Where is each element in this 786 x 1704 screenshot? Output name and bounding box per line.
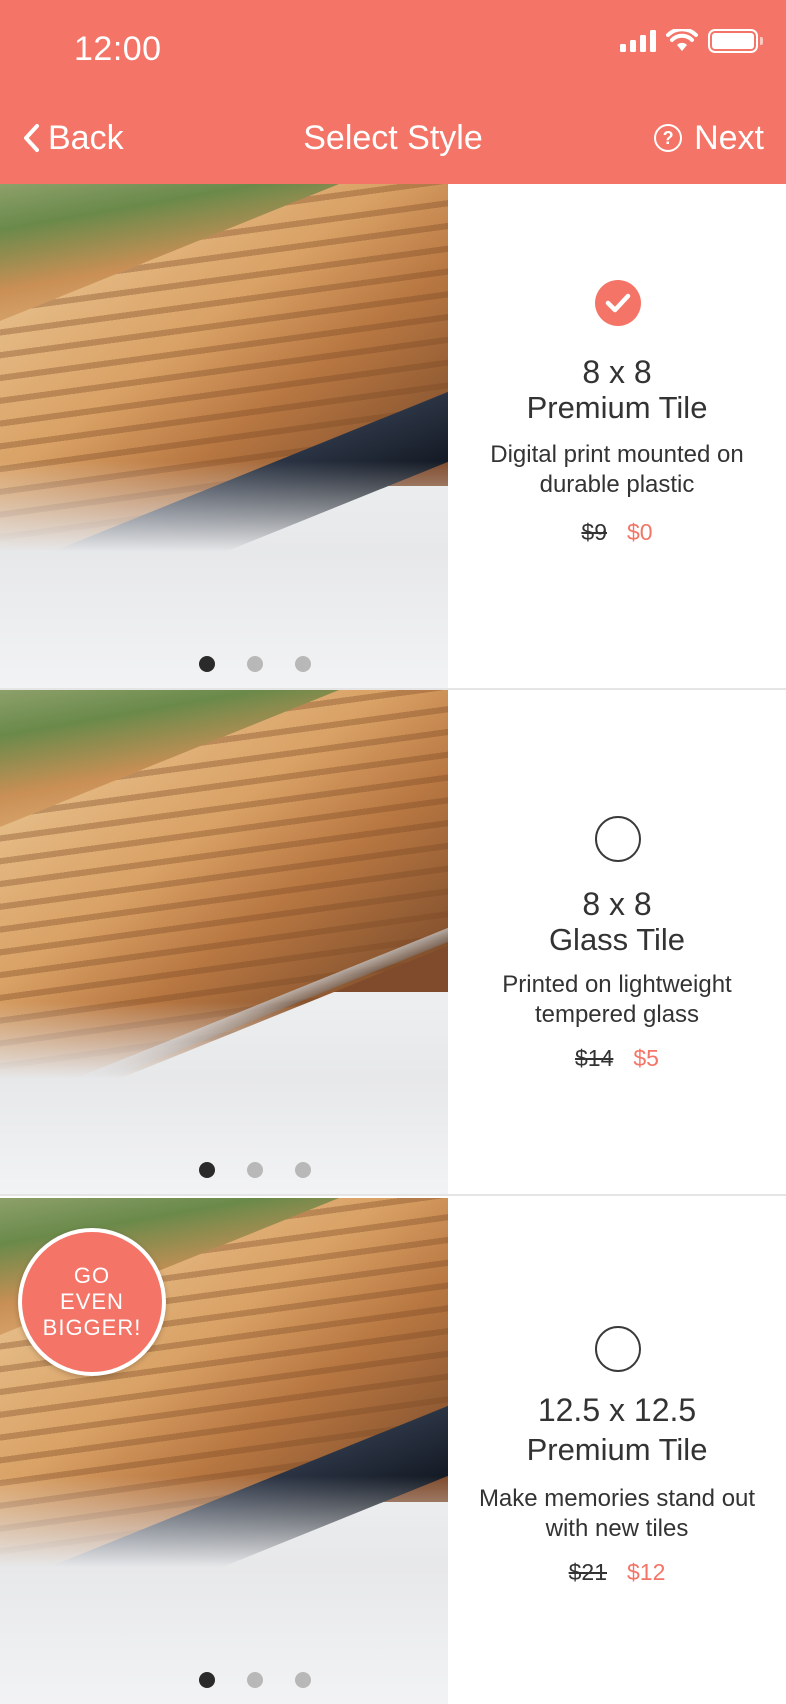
battery-icon — [708, 29, 763, 53]
style-option-glass-8x8[interactable]: 8 x 8 Glass Tile Printed on lightweight … — [0, 690, 786, 1196]
carousel-dot[interactable] — [295, 1672, 311, 1688]
status-time: 12:00 — [74, 30, 162, 68]
next-button[interactable]: ? Next — [654, 116, 764, 160]
sale-price: $12 — [627, 1559, 666, 1585]
option-size: 12.5 x 12.5 — [537, 1392, 697, 1428]
option-description: Printed on lightweight tempered glass — [502, 971, 732, 1028]
app-header: 12:00 Back Select Style ? Next — [0, 0, 786, 184]
radio-unselected[interactable] — [595, 816, 641, 862]
option-description: Digital print mounted on durable plastic — [490, 441, 744, 498]
help-icon[interactable]: ? — [654, 124, 683, 152]
style-option-premium-8x8[interactable]: 8 x 8 Premium Tile Digital print mounted… — [0, 184, 786, 690]
carousel-dot[interactable] — [199, 1672, 215, 1688]
option-name: Premium Tile — [526, 390, 708, 425]
option-info: 8 x 8 Premium Tile Digital print mounted… — [448, 184, 786, 688]
option-name: Glass Tile — [548, 922, 686, 957]
carousel-dot[interactable] — [295, 656, 311, 672]
product-photo-carousel[interactable] — [0, 690, 448, 1194]
carousel-dot[interactable] — [199, 656, 215, 672]
carousel-dot[interactable] — [247, 656, 263, 672]
product-photo-carousel[interactable]: GO EVEN BIGGER! — [0, 1198, 448, 1704]
next-label: Next — [694, 118, 764, 157]
carousel-page-dots[interactable] — [0, 1162, 448, 1178]
sale-price: $0 — [627, 519, 653, 545]
original-price: $14 — [575, 1045, 614, 1071]
option-size: 8 x 8 — [582, 886, 652, 922]
carousel-dot[interactable] — [247, 1672, 263, 1688]
original-price: $9 — [581, 519, 607, 545]
original-price: $21 — [568, 1559, 607, 1585]
radio-selected[interactable] — [595, 280, 641, 326]
carousel-dot[interactable] — [247, 1162, 263, 1178]
go-even-bigger-badge: GO EVEN BIGGER! — [18, 1228, 166, 1376]
option-info: 8 x 8 Glass Tile Printed on lightweight … — [448, 690, 786, 1194]
style-option-premium-12x12[interactable]: GO EVEN BIGGER! 12.5 x 12.5 Premium Tile… — [0, 1198, 786, 1704]
option-info: 12.5 x 12.5 Premium Tile Make memories s… — [448, 1198, 786, 1704]
checkmark-icon — [605, 293, 631, 313]
cellular-signal-icon — [620, 30, 656, 52]
option-description: Make memories stand out with new tiles — [478, 1485, 756, 1542]
option-name: Premium Tile — [526, 1432, 708, 1467]
option-prices: $9 $0 — [448, 518, 786, 546]
carousel-page-dots[interactable] — [0, 656, 448, 672]
carousel-dot[interactable] — [199, 1162, 215, 1178]
carousel-page-dots[interactable] — [0, 1672, 448, 1688]
option-prices: $14 $5 — [448, 1044, 786, 1072]
carousel-dot[interactable] — [295, 1162, 311, 1178]
wifi-icon — [666, 29, 698, 51]
option-prices: $21 $12 — [448, 1558, 786, 1586]
status-icons — [620, 28, 763, 54]
sale-price: $5 — [633, 1045, 659, 1071]
product-photo-carousel[interactable] — [0, 184, 448, 688]
option-size: 8 x 8 — [582, 354, 652, 390]
radio-unselected[interactable] — [595, 1326, 641, 1372]
